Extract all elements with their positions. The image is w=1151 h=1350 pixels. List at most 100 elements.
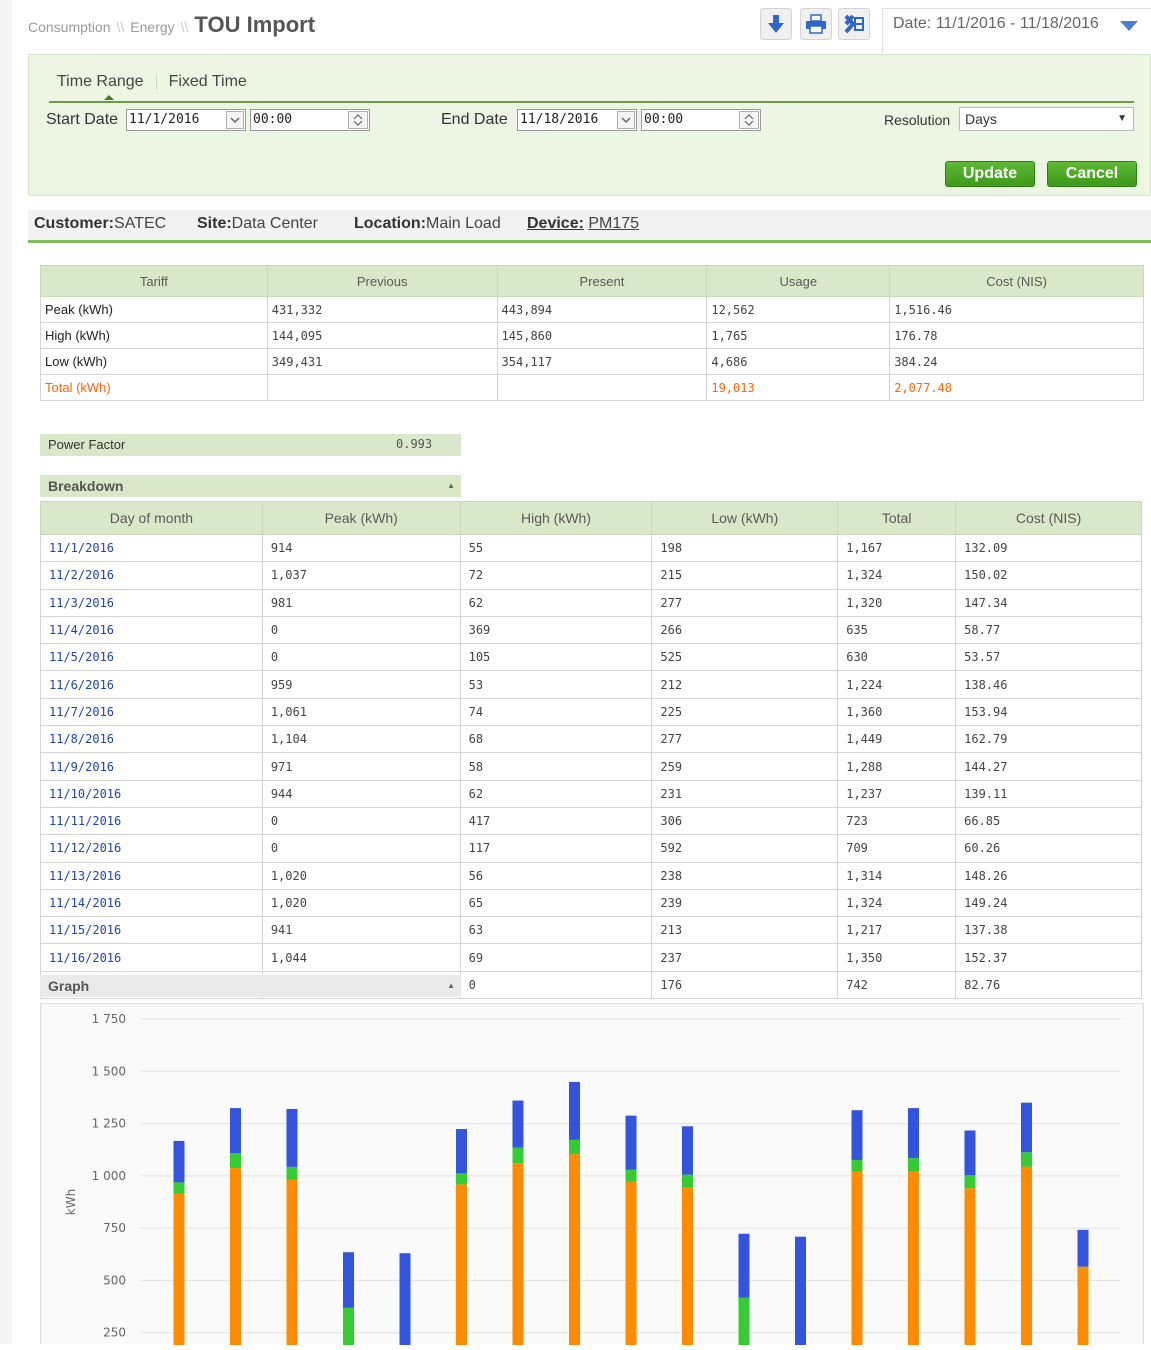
- tab-fixed-time[interactable]: Fixed Time: [169, 73, 247, 91]
- bar-segment-low[interactable]: [569, 1081, 580, 1140]
- cancel-button[interactable]: Cancel: [1047, 161, 1137, 187]
- collapse-arrow-icon[interactable]: ▲: [447, 981, 455, 990]
- day-link[interactable]: 11/5/2016: [40, 643, 263, 672]
- bar-segment-peak[interactable]: [1021, 1166, 1032, 1350]
- bar-segment-low[interactable]: [964, 1130, 976, 1176]
- day-link[interactable]: 11/16/2016: [40, 943, 263, 972]
- bar-segment-high[interactable]: [343, 1307, 354, 1350]
- day-link[interactable]: 11/15/2016: [40, 916, 263, 945]
- bar-segment-low[interactable]: [399, 1253, 411, 1350]
- bar-segment-peak[interactable]: [1077, 1266, 1089, 1350]
- bar-segment-peak[interactable]: [625, 1181, 637, 1350]
- breakdown-column-header[interactable]: Low (kWh): [651, 501, 839, 535]
- bar-segment-high[interactable]: [230, 1153, 241, 1169]
- breakdown-cell: 1,020: [261, 888, 461, 918]
- bar-segment-peak[interactable]: [908, 1171, 919, 1350]
- bar-segment-low[interactable]: [173, 1140, 185, 1183]
- end-time-spinner[interactable]: [739, 111, 759, 129]
- bar-segment-high[interactable]: [569, 1139, 580, 1155]
- breakdown-section-header[interactable]: Breakdown ▲: [40, 475, 461, 497]
- day-link[interactable]: 11/9/2016: [40, 752, 263, 781]
- day-link[interactable]: 11/1/2016: [40, 533, 263, 563]
- bar-segment-peak[interactable]: [173, 1193, 185, 1350]
- breadcrumb-consumption[interactable]: Consumption: [28, 19, 111, 35]
- bar-segment-low[interactable]: [512, 1100, 524, 1148]
- bar-segment-high[interactable]: [851, 1159, 863, 1172]
- bar-segment-high[interactable]: [964, 1175, 976, 1189]
- bar-segment-high[interactable]: [456, 1173, 467, 1185]
- bar-segment-low[interactable]: [1077, 1229, 1089, 1267]
- day-link[interactable]: 11/6/2016: [40, 670, 263, 699]
- bar-segment-low[interactable]: [682, 1126, 693, 1175]
- breakdown-column-header[interactable]: Total: [837, 501, 957, 535]
- day-link[interactable]: 11/8/2016: [40, 725, 263, 754]
- bar-segment-low[interactable]: [343, 1252, 354, 1308]
- bar-segment-low[interactable]: [230, 1108, 241, 1154]
- resolution-select[interactable]: Days ▼: [959, 107, 1134, 131]
- start-time-value: 00:00: [253, 112, 293, 127]
- start-date-dropdown-button[interactable]: [226, 111, 244, 129]
- breakdown-column-header[interactable]: Peak (kWh): [261, 501, 461, 535]
- bar-segment-high[interactable]: [1021, 1152, 1032, 1167]
- bar-segment-high[interactable]: [625, 1169, 637, 1182]
- end-date-dropdown-button[interactable]: [617, 111, 635, 129]
- site-label: Site:: [197, 215, 232, 232]
- bar-segment-high[interactable]: [286, 1166, 298, 1180]
- day-link[interactable]: 11/10/2016: [40, 779, 263, 808]
- bar-segment-low[interactable]: [456, 1129, 467, 1174]
- print-button[interactable]: [800, 8, 832, 40]
- start-time-input[interactable]: 00:00: [250, 109, 370, 131]
- day-link[interactable]: 11/4/2016: [40, 615, 263, 645]
- end-time-input[interactable]: 00:00: [641, 109, 761, 131]
- bar-segment-peak[interactable]: [964, 1188, 976, 1350]
- start-date-input[interactable]: 11/1/2016: [126, 109, 246, 131]
- day-link[interactable]: 11/12/2016: [40, 834, 263, 863]
- breakdown-column-header[interactable]: Day of month: [40, 501, 263, 535]
- bar-segment-peak[interactable]: [456, 1184, 467, 1350]
- bar-segment-peak[interactable]: [512, 1163, 524, 1350]
- tariff-cell: 384.24: [889, 348, 1144, 375]
- bar-segment-low[interactable]: [795, 1236, 806, 1350]
- bar-segment-high[interactable]: [682, 1174, 693, 1188]
- end-date-input[interactable]: 11/18/2016: [517, 109, 637, 131]
- bar-segment-high[interactable]: [738, 1297, 750, 1350]
- start-time-spinner[interactable]: [348, 111, 368, 129]
- bar-segment-low[interactable]: [1021, 1102, 1032, 1153]
- bar-segment-peak[interactable]: [682, 1187, 693, 1350]
- bar-segment-low[interactable]: [625, 1115, 637, 1170]
- bar-segment-high[interactable]: [908, 1158, 919, 1172]
- bar-segment-high[interactable]: [512, 1147, 524, 1164]
- day-link[interactable]: 11/2/2016: [40, 561, 263, 590]
- bar-segment-low[interactable]: [738, 1233, 750, 1298]
- bar-segment-peak[interactable]: [569, 1154, 580, 1350]
- breakdown-column-header[interactable]: Cost (NIS): [955, 501, 1142, 535]
- date-range-tab[interactable]: Date: 11/1/2016 - 11/18/2016: [882, 8, 1151, 55]
- breakdown-cell: 259: [651, 752, 839, 781]
- tariff-cell: 1,765: [706, 322, 891, 349]
- collapse-arrow-icon[interactable]: ▲: [447, 481, 455, 490]
- bar-segment-peak[interactable]: [851, 1171, 863, 1350]
- export-excel-button[interactable]: [838, 8, 870, 40]
- bar-segment-low[interactable]: [908, 1108, 919, 1159]
- day-link[interactable]: 11/11/2016: [40, 806, 263, 836]
- day-link[interactable]: 11/7/2016: [40, 697, 263, 727]
- breakdown-cell: 1,037: [261, 561, 461, 590]
- day-link[interactable]: 11/13/2016: [40, 861, 263, 890]
- breakdown-cell: 148.26: [955, 861, 1142, 890]
- breadcrumb-energy[interactable]: Energy: [130, 19, 174, 35]
- day-link[interactable]: 11/14/2016: [40, 888, 263, 918]
- graph-section-header[interactable]: Graph ▲: [40, 975, 461, 997]
- download-button[interactable]: [760, 8, 792, 40]
- update-button[interactable]: Update: [945, 161, 1035, 187]
- bar-segment-low[interactable]: [286, 1108, 298, 1167]
- breakdown-column-header[interactable]: High (kWh): [459, 501, 653, 535]
- device-link[interactable]: PM175: [588, 215, 639, 232]
- bar-segment-low[interactable]: [851, 1110, 863, 1160]
- day-link[interactable]: 11/3/2016: [40, 588, 263, 617]
- chevron-down-icon[interactable]: [1120, 21, 1138, 31]
- breakdown-row: 11/11/2016 0 417 306 723 66.85: [40, 806, 1142, 836]
- bar-segment-high[interactable]: [173, 1182, 185, 1194]
- tab-time-range[interactable]: Time Range: [57, 73, 144, 91]
- bar-segment-peak[interactable]: [230, 1168, 241, 1350]
- bar-segment-peak[interactable]: [286, 1179, 298, 1350]
